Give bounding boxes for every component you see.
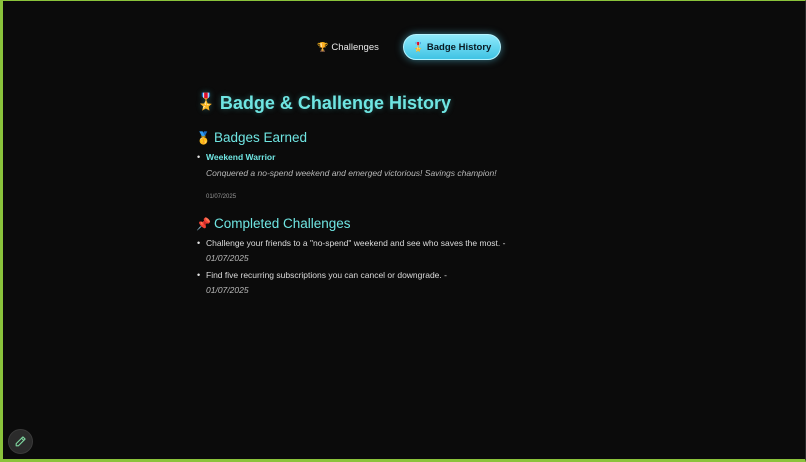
- history-content: 🎖️ Badge & Challenge History 🥇 Badges Ea…: [196, 90, 576, 295]
- tab-badge-history[interactable]: 🎖️ Badge History: [403, 34, 501, 60]
- tab-bar: 🏆 Challenges 🎖️ Badge History: [0, 34, 806, 62]
- challenge-date: 01/07/2025: [206, 285, 249, 295]
- badge-name: Weekend Warrior: [206, 152, 276, 162]
- challenge-date: 01/07/2025: [206, 253, 249, 263]
- pushpin-icon: 📌: [196, 217, 211, 231]
- challenge-text: Find five recurring subscriptions you ca…: [206, 270, 447, 280]
- badge-description: Conquered a no-spend weekend and emerged…: [206, 168, 497, 178]
- list-item: Weekend Warrior Conquered a no-spend wee…: [196, 151, 556, 201]
- military-medal-icon: 🎖️: [196, 94, 216, 111]
- completed-challenges-title: Completed Challenges: [213, 216, 351, 231]
- badge-list: Weekend Warrior Conquered a no-spend wee…: [196, 151, 556, 201]
- completed-challenges-heading: 📌 Completed Challenges: [196, 214, 351, 234]
- tab-badge-history-label: Badge History: [426, 41, 492, 53]
- tab-challenges-label: Challenges: [331, 41, 379, 53]
- medal-icon: 🎖️: [412, 41, 424, 52]
- list-item: Find five recurring subscriptions you ca…: [196, 269, 576, 297]
- badges-earned-title: Badges Earned: [213, 130, 308, 145]
- page-title-text: Badge & Challenge History: [219, 93, 451, 113]
- tab-challenges[interactable]: 🏆 Challenges: [312, 34, 384, 60]
- app-frame: [0, 0, 806, 462]
- edit-button[interactable]: [8, 429, 33, 454]
- list-item: Challenge your friends to a "no-spend" w…: [196, 237, 576, 265]
- badge-date: 01/07/2025: [206, 194, 237, 200]
- badges-earned-heading: 🥇 Badges Earned: [196, 128, 307, 148]
- challenge-text: Challenge your friends to a "no-spend" w…: [206, 238, 506, 248]
- trophy-icon: 🏆: [317, 41, 329, 52]
- page-title: 🎖️ Badge & Challenge History: [196, 90, 576, 116]
- challenge-list: Challenge your friends to a "no-spend" w…: [196, 237, 576, 301]
- pencil-icon: [15, 436, 26, 447]
- gold-medal-icon: 🥇: [196, 131, 211, 145]
